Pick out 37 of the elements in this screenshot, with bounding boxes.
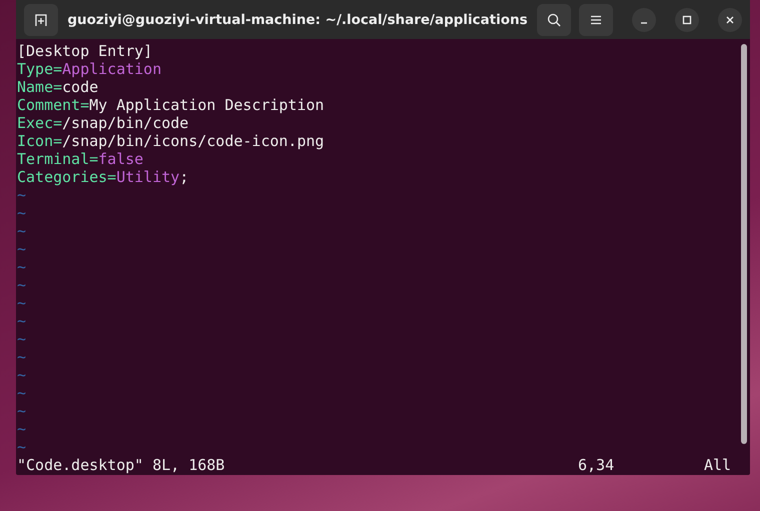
empty-line-marker: ~ [17,384,26,402]
empty-line-marker: ~ [17,348,26,366]
empty-line-marker: ~ [17,420,26,438]
empty-line-marker: ~ [17,438,26,456]
empty-line-marker: ~ [17,294,26,312]
empty-line-marker: ~ [17,204,26,222]
cursor-position: 6,34 [578,456,614,474]
scroll-position: All [704,456,732,474]
empty-line-marker: ~ [17,258,26,276]
window-title: guoziyi@guoziyi-virtual-machine: ~/.local/share/applications [66,12,529,28]
code-line: Icon=/snap/bin/icons/code-icon.png [17,132,324,150]
empty-line-marker: ~ [17,402,26,420]
minimize-icon [640,22,648,24]
scrollbar-thumb[interactable] [741,44,747,444]
empty-line-marker: ~ [17,312,26,330]
code-line: Exec=/snap/bin/code [17,114,189,132]
minimize-button[interactable] [632,8,656,32]
empty-line-marker: ~ [17,366,26,384]
new-tab-icon [34,12,48,26]
empty-line-marker: ~ [17,240,26,258]
code-line: Type=Application [17,60,162,78]
close-button[interactable] [718,8,742,32]
code-line: Name=code [17,78,98,96]
code-line: Comment=My Application Description [17,96,324,114]
new-tab-button[interactable] [24,4,58,36]
empty-line-marker: ~ [17,276,26,294]
maximize-button[interactable] [675,8,699,32]
empty-line-marker: ~ [17,186,26,204]
search-button[interactable] [537,4,571,36]
code-line: Categories=Utility; [17,168,189,186]
code-line: Terminal=false [17,150,144,168]
search-icon [547,12,561,26]
empty-line-marker: ~ [17,330,26,348]
status-message: "Code.desktop" 8L, 168B [17,456,225,474]
empty-line-marker: ~ [17,222,26,240]
code-line: [Desktop Entry] [17,42,152,60]
menu-button[interactable] [579,4,613,36]
